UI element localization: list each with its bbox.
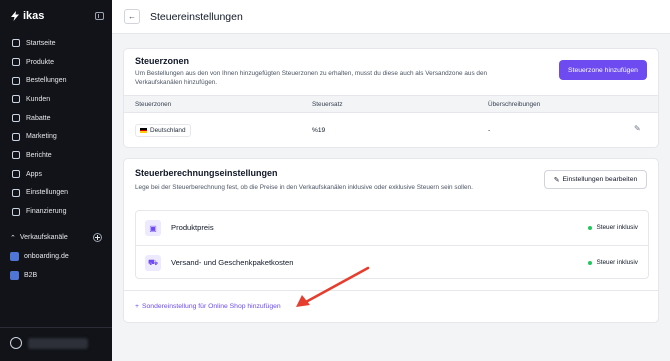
status-dot-icon — [588, 225, 593, 230]
edit-settings-label: Einstellungen bearbeiten — [562, 176, 638, 183]
add-tax-zone-button[interactable]: Steuerzone hinzufügen — [559, 60, 647, 80]
cart-icon — [12, 76, 20, 85]
tax-zones-card: Steuerzonen Um Bestellungen aus den von … — [123, 48, 659, 148]
list-item-shipping-costs[interactable]: ⛟ Versand- und Geschenkpaketkosten Steue… — [136, 245, 648, 279]
sidebar-nav: Startseite Produkte Bestellungen Kunden … — [0, 34, 112, 221]
tax-settings-list: ▣ Produktpreis Steuer inklusiv ⛟ Versand… — [135, 210, 649, 279]
list-item-product-price[interactable]: ▣ Produktpreis Steuer inklusiv — [136, 211, 648, 245]
sidebar-item-label: Finanzierung — [26, 208, 67, 216]
back-button[interactable]: ← — [124, 9, 140, 24]
finance-icon — [12, 207, 20, 216]
store-icon — [10, 271, 19, 280]
list-item-label: Produktpreis — [171, 223, 214, 232]
chart-icon — [12, 151, 20, 160]
sidebar-item-kunden[interactable]: Kunden — [0, 90, 112, 109]
column-header-overrides: Überschreibungen — [488, 101, 541, 108]
percent-icon — [12, 114, 20, 123]
tax-zones-description: Um Bestellungen aus den von Ihnen hinzug… — [135, 70, 488, 86]
sidebar-item-apps[interactable]: Apps — [0, 165, 112, 184]
channel-b2b[interactable]: B2B — [10, 271, 37, 280]
avatar-icon — [10, 337, 22, 349]
sidebar-item-finanzierung[interactable]: Finanzierung — [0, 202, 112, 221]
germany-flag-icon — [140, 128, 147, 134]
sidebar-item-label: Marketing — [26, 133, 57, 141]
sidebar-item-startseite[interactable]: Startseite — [0, 34, 112, 53]
tax-calculation-description: Lege bei der Steuerberechnung fest, ob d… — [135, 184, 473, 191]
sidebar-item-label: Kunden — [26, 95, 51, 103]
divider — [124, 290, 658, 291]
home-icon — [12, 39, 20, 48]
zone-name: Deutschland — [150, 127, 186, 134]
sidebar-item-einstellungen[interactable]: Einstellungen — [0, 184, 112, 203]
collapse-sidebar-icon[interactable] — [95, 12, 104, 20]
annotation-arrow-icon — [296, 266, 370, 307]
column-header-zone: Steuerzonen — [135, 101, 172, 108]
sidebar-item-bestellungen[interactable]: Bestellungen — [0, 71, 112, 90]
sidebar-item-label: Berichte — [26, 151, 52, 159]
tax-zones-title: Steuerzonen — [135, 56, 190, 66]
sidebar-item-marketing[interactable]: Marketing — [0, 127, 112, 146]
brand-logo[interactable]: ikas — [10, 10, 44, 22]
sidebar-divider — [0, 327, 112, 328]
edit-pencil-icon[interactable]: ✎ — [634, 125, 642, 133]
bolt-icon — [11, 11, 19, 21]
tag-icon: ▣ — [145, 220, 161, 236]
overrides-value: - — [488, 127, 491, 134]
sidebar: ikas Startseite Produkte Bestellungen Ku… — [0, 0, 112, 361]
store-icon — [10, 252, 19, 261]
account-menu[interactable] — [10, 337, 88, 349]
status-text: Steuer inklusiv — [596, 224, 638, 231]
status-dot-icon — [588, 260, 593, 265]
channel-onboarding[interactable]: onboarding.de — [10, 252, 69, 261]
truck-icon: ⛟ — [145, 255, 161, 271]
sales-channels-header: ⌃ Verkaufskanäle — [10, 233, 102, 242]
channel-label: B2B — [24, 272, 38, 279]
sidebar-item-label: Rabatte — [26, 114, 51, 122]
chevron-up-icon: ⌃ — [10, 234, 16, 242]
sidebar-item-label: Einstellungen — [26, 189, 69, 197]
sidebar-item-rabatte[interactable]: Rabatte — [0, 109, 112, 128]
list-item-label: Versand- und Geschenkpaketkosten — [171, 258, 294, 267]
sales-channels-toggle[interactable]: ⌃ Verkaufskanäle — [10, 234, 68, 242]
brand-name: ikas — [23, 10, 45, 22]
table-row[interactable]: Deutschland %19 - ✎ — [124, 113, 658, 148]
tax-calculation-title: Steuerberechnungseinstellungen — [135, 168, 278, 178]
tax-rate: %19 — [312, 127, 326, 134]
gear-icon — [12, 188, 20, 197]
edit-settings-button[interactable]: ✎ Einstellungen bearbeiten — [544, 170, 647, 189]
sidebar-item-produkte[interactable]: Produkte — [0, 53, 112, 72]
table-header: Steuerzonen Steuersatz Überschreibungen — [124, 95, 658, 113]
sidebar-item-label: Startseite — [26, 39, 56, 47]
status-badge: Steuer inklusiv — [588, 259, 638, 266]
sidebar-item-label: Apps — [26, 170, 42, 178]
column-header-rate: Steuersatz — [312, 101, 343, 108]
apps-icon — [12, 170, 20, 179]
sidebar-item-label: Produkte — [26, 58, 55, 66]
sales-channels-label: Verkaufskanäle — [19, 234, 68, 241]
users-icon — [12, 95, 20, 104]
tax-calculation-card: Steuerberechnungseinstellungen Lege bei … — [123, 158, 659, 323]
plus-icon: + — [135, 303, 139, 310]
redacted-account-name — [28, 337, 88, 349]
arrow-left-icon: ← — [128, 12, 136, 21]
page-title: Steuereinstellungen — [150, 11, 243, 23]
sidebar-item-label: Bestellungen — [26, 77, 67, 85]
top-bar: ← Steuereinstellungen — [112, 0, 670, 34]
channel-label: onboarding.de — [24, 253, 69, 260]
pencil-icon: ✎ — [553, 176, 560, 184]
add-custom-setting-label: Sondereinstellung für Online Shop hinzuf… — [141, 303, 281, 310]
sidebar-item-berichte[interactable]: Berichte — [0, 146, 112, 165]
country-tag: Deutschland — [135, 124, 191, 137]
status-text: Steuer inklusiv — [596, 259, 638, 266]
status-badge: Steuer inklusiv — [588, 224, 638, 231]
megaphone-icon — [12, 132, 20, 141]
box-icon — [12, 58, 20, 67]
add-channel-icon[interactable] — [93, 233, 102, 242]
add-custom-setting-link[interactable]: + Sondereinstellung für Online Shop hinz… — [135, 303, 281, 310]
